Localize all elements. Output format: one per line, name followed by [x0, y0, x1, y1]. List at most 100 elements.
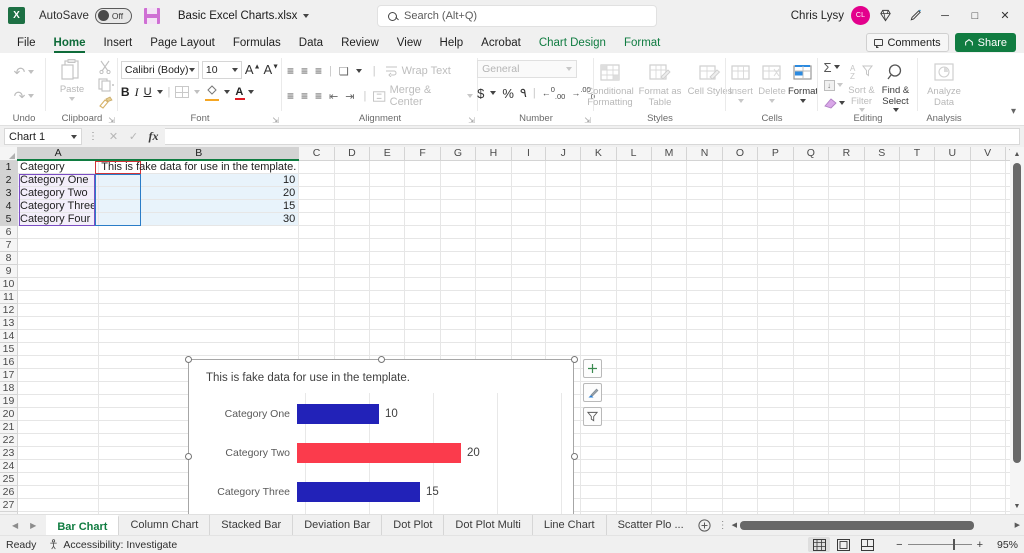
- tab-page-layout[interactable]: Page Layout: [141, 33, 224, 53]
- cell-Q10[interactable]: [793, 277, 830, 291]
- cell-M11[interactable]: [651, 290, 688, 304]
- cell-V7[interactable]: [970, 238, 1006, 252]
- chevron-down-icon[interactable]: [738, 98, 744, 103]
- cell-J12[interactable]: [545, 303, 582, 317]
- cell-K13[interactable]: [580, 316, 617, 330]
- cell-R14[interactable]: [828, 329, 865, 343]
- cell-Q15[interactable]: [793, 342, 830, 356]
- autosum-button[interactable]: Σ: [824, 59, 845, 75]
- confirm-icon[interactable]: ✓: [125, 130, 142, 143]
- cell-M17[interactable]: [651, 368, 688, 382]
- alignment-dialog-launcher[interactable]: ⇲: [468, 116, 475, 125]
- cell-L8[interactable]: [616, 251, 652, 265]
- cell-N6[interactable]: [686, 225, 723, 239]
- cell-H1[interactable]: [475, 160, 512, 174]
- chart-resize-handle-n[interactable]: [378, 356, 385, 363]
- cell-H6[interactable]: [475, 225, 512, 239]
- row-header-13[interactable]: 13: [0, 316, 18, 330]
- cell-O25[interactable]: [722, 472, 759, 486]
- column-header-q[interactable]: Q: [793, 147, 830, 161]
- cell-L28[interactable]: [616, 511, 652, 514]
- decrease-font-size-button[interactable]: A▼: [264, 62, 280, 77]
- sort-filter-button[interactable]: AZ Sort & Filter: [847, 59, 877, 112]
- cell-R7[interactable]: [828, 238, 865, 252]
- cell-V11[interactable]: [970, 290, 1006, 304]
- chevron-down-icon[interactable]: [231, 67, 238, 72]
- cell-V27[interactable]: [970, 498, 1006, 512]
- scroll-down-arrow[interactable]: ▼: [1010, 500, 1024, 513]
- cell-N2[interactable]: [686, 173, 723, 187]
- column-header-a[interactable]: A: [17, 147, 100, 161]
- cell-D1[interactable]: [334, 160, 371, 174]
- sheet-tab-overflow-icon[interactable]: ⋮: [715, 520, 732, 531]
- cell-P28[interactable]: [757, 511, 794, 514]
- cell-N3[interactable]: [686, 186, 723, 200]
- cell-O12[interactable]: [722, 303, 759, 317]
- row-header-20[interactable]: 20: [0, 407, 18, 421]
- cell-D12[interactable]: [334, 303, 371, 317]
- cell-H13[interactable]: [475, 316, 512, 330]
- tab-formulas[interactable]: Formulas: [224, 33, 290, 53]
- cell-M9[interactable]: [651, 264, 688, 278]
- cell-E11[interactable]: [369, 290, 406, 304]
- cell-T27[interactable]: [899, 498, 936, 512]
- cell-M14[interactable]: [651, 329, 688, 343]
- hscroll-left-arrow[interactable]: ◀: [732, 521, 737, 529]
- cell-N25[interactable]: [686, 472, 723, 486]
- maximize-button[interactable]: □: [960, 1, 990, 30]
- sheet-nav-prev[interactable]: ◀: [12, 521, 18, 530]
- cell-L11[interactable]: [616, 290, 652, 304]
- cell-G15[interactable]: [440, 342, 477, 356]
- cell-J11[interactable]: [545, 290, 582, 304]
- cell-K5[interactable]: [580, 212, 617, 226]
- cell-A12[interactable]: [17, 303, 100, 317]
- cell-Q11[interactable]: [793, 290, 830, 304]
- cell-V2[interactable]: [970, 173, 1006, 187]
- cell-R21[interactable]: [828, 420, 865, 434]
- cell-G5[interactable]: [440, 212, 477, 226]
- chart-bar-row[interactable]: Category One 10: [189, 397, 573, 431]
- format-as-table-button[interactable]: Format as Table: [636, 60, 684, 108]
- row-header-24[interactable]: 24: [0, 459, 18, 473]
- cell-P10[interactable]: [757, 277, 794, 291]
- chevron-down-icon[interactable]: [248, 90, 255, 94]
- cell-E8[interactable]: [369, 251, 406, 265]
- cell-D5[interactable]: [334, 212, 371, 226]
- undo-button[interactable]: ↶: [14, 61, 35, 83]
- cell-O10[interactable]: [722, 277, 759, 291]
- cell-J9[interactable]: [545, 264, 582, 278]
- cell-V17[interactable]: [970, 368, 1006, 382]
- cell-A1[interactable]: Category: [17, 160, 100, 174]
- cell-C2[interactable]: [298, 173, 335, 187]
- paste-button[interactable]: Paste: [48, 58, 96, 101]
- cell-K25[interactable]: [580, 472, 617, 486]
- increase-font-size-button[interactable]: A▲: [245, 62, 261, 77]
- column-header-e[interactable]: E: [369, 147, 406, 161]
- cell-G14[interactable]: [440, 329, 477, 343]
- cell-B13[interactable]: [98, 316, 300, 330]
- cell-N20[interactable]: [686, 407, 723, 421]
- cell-L12[interactable]: [616, 303, 652, 317]
- cell-U25[interactable]: [934, 472, 971, 486]
- cut-button[interactable]: [98, 60, 116, 77]
- cell-E10[interactable]: [369, 277, 406, 291]
- tab-chart-design[interactable]: Chart Design: [530, 33, 615, 53]
- cell-A4[interactable]: Category Three: [17, 199, 100, 213]
- cell-P3[interactable]: [757, 186, 794, 200]
- cell-I5[interactable]: [511, 212, 547, 226]
- zoom-slider-knob[interactable]: [952, 538, 956, 550]
- cell-V4[interactable]: [970, 199, 1006, 213]
- cell-U23[interactable]: [934, 446, 971, 460]
- cell-R2[interactable]: [828, 173, 865, 187]
- chevron-down-icon[interactable]: [224, 90, 231, 94]
- cell-H8[interactable]: [475, 251, 512, 265]
- font-family-select[interactable]: Calibri (Body): [120, 60, 199, 79]
- cell-N1[interactable]: [686, 160, 723, 174]
- cell-M1[interactable]: [651, 160, 688, 174]
- cell-N21[interactable]: [686, 420, 723, 434]
- cell-I11[interactable]: [511, 290, 547, 304]
- cell-A23[interactable]: [17, 446, 100, 460]
- cell-R4[interactable]: [828, 199, 865, 213]
- cell-H15[interactable]: [475, 342, 512, 356]
- cell-L19[interactable]: [616, 394, 652, 408]
